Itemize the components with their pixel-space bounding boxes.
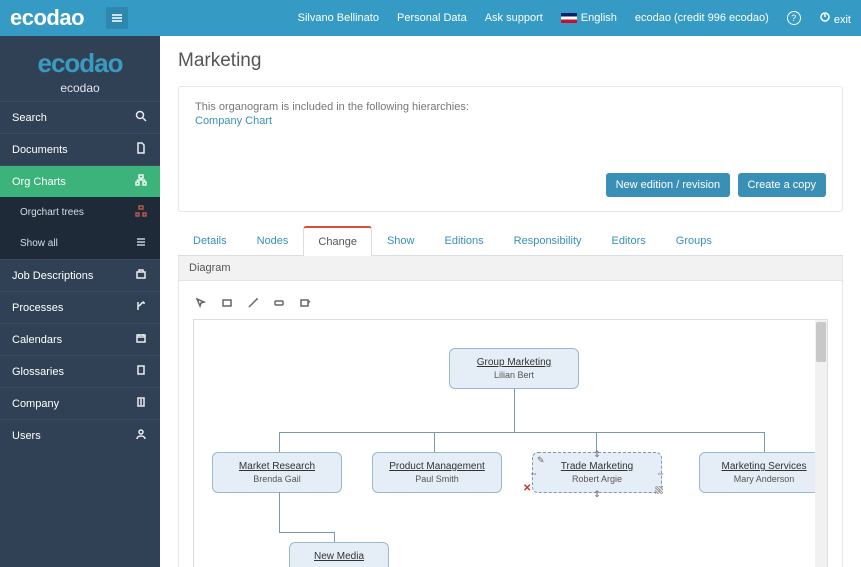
tab-editors[interactable]: Editors [597, 226, 661, 256]
node-person: Robert Argie [539, 474, 655, 484]
node-product-management[interactable]: Product Management Paul Smith [372, 452, 502, 493]
sidebar-item-users[interactable]: Users [0, 419, 160, 451]
hierarchy-note: This organogram is included in the follo… [195, 101, 826, 113]
sidebar-item-job-descriptions[interactable]: Job Descriptions [0, 259, 160, 291]
sidebar-item-documents[interactable]: Documents [0, 133, 160, 165]
create-copy-button[interactable]: Create a copy [738, 173, 826, 197]
user-icon [134, 428, 148, 443]
node-person: Brenda Gail [219, 474, 335, 484]
sidebar-item-glossaries[interactable]: Glossaries [0, 355, 160, 387]
resize-bottom-handle[interactable]: ⇕ [593, 489, 601, 500]
connector-line [279, 492, 280, 532]
tree-icon [134, 205, 148, 220]
node-title: Group Marketing [456, 357, 572, 368]
topbar-credit[interactable]: ecodao (credit 996 ecodao) [635, 12, 769, 24]
orgchart-icon [134, 174, 148, 189]
sidebar-item-company[interactable]: Company [0, 387, 160, 419]
tab-responsibility[interactable]: Responsibility [499, 226, 597, 256]
diagram-canvas[interactable]: Group Marketing Lilian Bert Market Resea… [193, 319, 828, 567]
node-new-media[interactable]: New Media [289, 542, 389, 567]
tool-pointer-button[interactable] [193, 295, 209, 311]
node-person: Mary Anderson [706, 474, 822, 484]
node-title: Market Research [219, 461, 335, 472]
sidebar-logo: ecodao [0, 48, 160, 79]
connector-line [434, 432, 435, 452]
topbar-ask-support[interactable]: Ask support [485, 12, 543, 24]
document-icon [134, 142, 148, 157]
sidebar-item-processes[interactable]: Processes [0, 291, 160, 323]
connector-line [279, 432, 764, 433]
search-icon [134, 110, 148, 125]
node-trade-marketing[interactable]: ✎ ⇕ ⇔ ⇔ ⇕ ✕ Trade Marketing Robert Argie [532, 452, 662, 493]
edit-handle-icon[interactable]: ✎ [537, 455, 545, 466]
node-market-research[interactable]: Market Research Brenda Gail [212, 452, 342, 493]
node-title: New Media [296, 551, 382, 562]
tool-note-button[interactable] [297, 295, 313, 311]
new-edition-button[interactable]: New edition / revision [606, 173, 731, 197]
topbar-exit[interactable]: exit [819, 11, 851, 26]
topbar-personal-data[interactable]: Personal Data [397, 12, 467, 24]
node-person: Paul Smith [379, 474, 495, 484]
connector-line [279, 532, 334, 533]
power-icon [819, 11, 831, 23]
node-title: Marketing Services [706, 461, 822, 472]
delete-node-button[interactable]: ✕ [523, 483, 531, 494]
tab-nodes[interactable]: Nodes [242, 226, 304, 256]
vertical-scrollbar[interactable] [815, 320, 827, 567]
node-marketing-services[interactable]: Marketing Services Mary Anderson [699, 452, 828, 493]
tool-rect-button[interactable] [219, 295, 235, 311]
resize-corner-handle[interactable] [655, 486, 663, 494]
menu-toggle-button[interactable] [106, 7, 128, 29]
topbar-language[interactable]: English [561, 12, 617, 24]
connector-line [514, 388, 515, 432]
resize-top-handle[interactable]: ⇕ [593, 449, 601, 460]
node-title: Trade Marketing [539, 461, 655, 472]
list-icon [134, 236, 148, 251]
app-brand: ecodao [10, 5, 84, 31]
sidebar-item-calendars[interactable]: Calendars [0, 323, 160, 355]
sidebar-item-orgchart-trees[interactable]: Orgchart trees [0, 197, 160, 228]
page-title: Marketing [178, 50, 843, 72]
sidebar-item-search[interactable]: Search [0, 101, 160, 133]
connector-line [334, 532, 335, 542]
node-group-marketing[interactable]: Group Marketing Lilian Bert [449, 348, 579, 389]
node-title: Product Management [379, 461, 495, 472]
sidebar-item-show-all[interactable]: Show all [0, 228, 160, 259]
connect-icon [247, 297, 259, 309]
resize-left-handle[interactable]: ⇔ [529, 468, 538, 478]
book-icon [134, 364, 148, 379]
scrollbar-thumb[interactable] [816, 322, 826, 362]
node-person: Lilian Bert [456, 370, 572, 380]
tab-editions[interactable]: Editions [430, 226, 499, 256]
building-icon [134, 396, 148, 411]
tool-connect-button[interactable] [245, 295, 261, 311]
help-icon[interactable]: ? [787, 11, 801, 25]
label-icon [273, 297, 285, 309]
branch-icon [134, 300, 148, 315]
connector-line [764, 432, 765, 452]
resize-right-handle[interactable]: ⇔ [656, 468, 665, 478]
topbar-user[interactable]: Silvano Bellinato [298, 12, 379, 24]
sidebar-item-orgcharts[interactable]: Org Charts [0, 165, 160, 197]
rect-icon [221, 297, 233, 309]
diagram-header: Diagram [179, 256, 842, 281]
calendar-icon [134, 332, 148, 347]
connector-line [279, 432, 280, 452]
tab-change[interactable]: Change [303, 226, 372, 256]
hamburger-icon [111, 12, 123, 24]
tool-label-button[interactable] [271, 295, 287, 311]
pointer-icon [195, 297, 207, 309]
flag-icon [561, 13, 577, 23]
briefcase-icon [134, 268, 148, 283]
tab-details[interactable]: Details [178, 226, 242, 256]
company-chart-link[interactable]: Company Chart [195, 115, 272, 127]
note-icon [299, 297, 311, 309]
tab-show[interactable]: Show [372, 226, 430, 256]
tab-groups[interactable]: Groups [661, 226, 727, 256]
sidebar-subtitle: ecodao [0, 81, 160, 95]
